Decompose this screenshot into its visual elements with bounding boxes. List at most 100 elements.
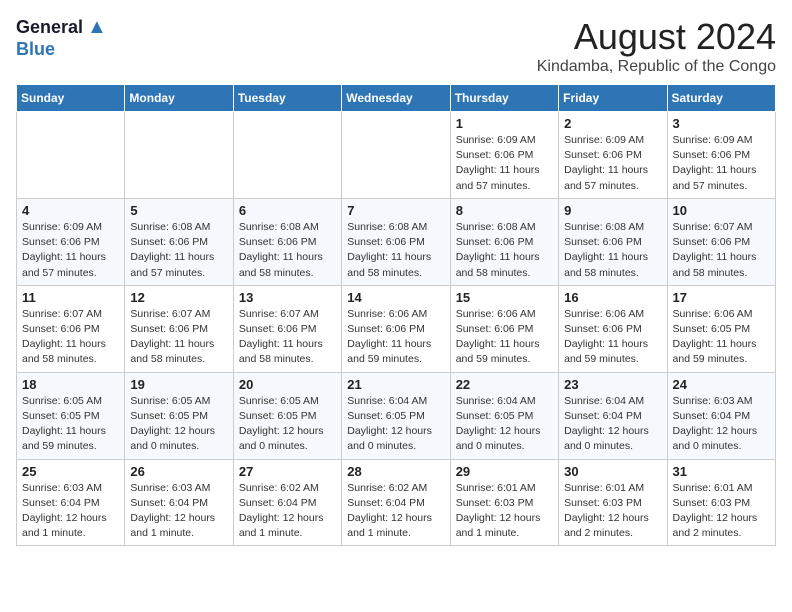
calendar-cell: 14Sunrise: 6:06 AM Sunset: 6:06 PM Dayli… (342, 285, 450, 372)
day-info: Sunrise: 6:09 AM Sunset: 6:06 PM Dayligh… (564, 133, 661, 194)
calendar-cell: 28 Sunrise: 6:02 AM Sunset: 6:04 PM Dayli… (342, 459, 450, 546)
day-number: 7 (347, 203, 444, 218)
day-info: Sunrise: 6:08 AM Sunset: 6:06 PM Dayligh… (564, 220, 661, 281)
weekday-header-saturday: Saturday (667, 85, 775, 112)
calendar-cell: 20Sunrise: 6:05 AM Sunset: 6:05 PM Dayli… (233, 372, 341, 459)
calendar-cell: 27 Sunrise: 6:02 AM Sunset: 6:04 PM Dayli… (233, 459, 341, 546)
calendar-subtitle: Kindamba, Republic of the Congo (537, 58, 776, 76)
day-info: Sunrise: 6:05 AM Sunset: 6:05 PM Dayligh… (130, 394, 227, 455)
calendar-cell: 1Sunrise: 6:09 AM Sunset: 6:06 PM Daylig… (450, 112, 558, 199)
calendar-cell: 25 Sunrise: 6:03 AM Sunset: 6:04 PM Dayli… (17, 459, 125, 546)
day-number: 15 (456, 290, 553, 305)
day-info: Sunrise: 6:06 AM Sunset: 6:05 PM Dayligh… (673, 307, 770, 368)
calendar-cell: 8 Sunrise: 6:08 AM Sunset: 6:06 PM Daylig… (450, 198, 558, 285)
day-info: Sunrise: 6:07 AM Sunset: 6:06 PM Dayligh… (239, 307, 336, 368)
day-info: Sunrise: 6:01 AM Sunset: 6:03 PM Dayligh… (564, 481, 661, 542)
weekday-header-wednesday: Wednesday (342, 85, 450, 112)
day-info: Sunrise: 6:08 AM Sunset: 6:06 PM Dayligh… (456, 220, 553, 281)
calendar-cell: 11Sunrise: 6:07 AM Sunset: 6:06 PM Dayli… (17, 285, 125, 372)
day-info: Sunrise: 6:08 AM Sunset: 6:06 PM Dayligh… (130, 220, 227, 281)
day-number: 28 (347, 464, 444, 479)
day-number: 23 (564, 377, 661, 392)
calendar-cell: 13 Sunrise: 6:07 AM Sunset: 6:06 PM Dayli… (233, 285, 341, 372)
calendar-cell: 26Sunrise: 6:03 AM Sunset: 6:04 PM Dayli… (125, 459, 233, 546)
calendar-cell: 24 Sunrise: 6:03 AM Sunset: 6:04 PM Dayli… (667, 372, 775, 459)
day-number: 9 (564, 203, 661, 218)
day-number: 11 (22, 290, 119, 305)
calendar-cell: 2 Sunrise: 6:09 AM Sunset: 6:06 PM Daylig… (559, 112, 667, 199)
day-number: 25 (22, 464, 119, 479)
day-number: 22 (456, 377, 553, 392)
day-info: Sunrise: 6:01 AM Sunset: 6:03 PM Dayligh… (456, 481, 553, 542)
weekday-header-friday: Friday (559, 85, 667, 112)
day-number: 29 (456, 464, 553, 479)
title-area: August 2024 Kindamba, Republic of the Co… (537, 16, 776, 76)
day-info: Sunrise: 6:08 AM Sunset: 6:06 PM Dayligh… (347, 220, 444, 281)
day-number: 6 (239, 203, 336, 218)
day-number: 12 (130, 290, 227, 305)
logo-bird-icon: ▲ (87, 16, 107, 39)
day-info: Sunrise: 6:04 AM Sunset: 6:05 PM Dayligh… (456, 394, 553, 455)
day-number: 17 (673, 290, 770, 305)
calendar-cell: 30 Sunrise: 6:01 AM Sunset: 6:03 PM Dayli… (559, 459, 667, 546)
day-info: Sunrise: 6:09 AM Sunset: 6:06 PM Dayligh… (673, 133, 770, 194)
calendar-cell: 5 Sunrise: 6:08 AM Sunset: 6:06 PM Daylig… (125, 198, 233, 285)
day-info: Sunrise: 6:04 AM Sunset: 6:04 PM Dayligh… (564, 394, 661, 455)
calendar-cell: 17 Sunrise: 6:06 AM Sunset: 6:05 PM Dayli… (667, 285, 775, 372)
logo: General ▲ Blue (16, 16, 107, 60)
calendar-cell: 6 Sunrise: 6:08 AM Sunset: 6:06 PM Daylig… (233, 198, 341, 285)
calendar-cell: 12Sunrise: 6:07 AM Sunset: 6:06 PM Dayli… (125, 285, 233, 372)
calendar-cell: 21Sunrise: 6:04 AM Sunset: 6:05 PM Dayli… (342, 372, 450, 459)
day-number: 13 (239, 290, 336, 305)
calendar-table: SundayMondayTuesdayWednesdayThursdayFrid… (16, 84, 776, 546)
day-info: Sunrise: 6:08 AM Sunset: 6:06 PM Dayligh… (239, 220, 336, 281)
calendar-cell (125, 112, 233, 199)
calendar-cell: 7 Sunrise: 6:08 AM Sunset: 6:06 PM Daylig… (342, 198, 450, 285)
calendar-cell: 18 Sunrise: 6:05 AM Sunset: 6:05 PM Dayli… (17, 372, 125, 459)
day-number: 3 (673, 116, 770, 131)
logo-blue-text: Blue (16, 39, 55, 59)
day-info: Sunrise: 6:03 AM Sunset: 6:04 PM Dayligh… (22, 481, 119, 542)
day-info: Sunrise: 6:03 AM Sunset: 6:04 PM Dayligh… (130, 481, 227, 542)
header: General ▲ Blue August 2024 Kindamba, Rep… (16, 16, 776, 76)
weekday-header-tuesday: Tuesday (233, 85, 341, 112)
calendar-week-1: 1Sunrise: 6:09 AM Sunset: 6:06 PM Daylig… (17, 112, 776, 199)
day-info: Sunrise: 6:05 AM Sunset: 6:05 PM Dayligh… (22, 394, 119, 455)
calendar-cell (17, 112, 125, 199)
day-info: Sunrise: 6:06 AM Sunset: 6:06 PM Dayligh… (564, 307, 661, 368)
day-number: 27 (239, 464, 336, 479)
calendar-cell (342, 112, 450, 199)
calendar-title: August 2024 (537, 16, 776, 58)
weekday-header-row: SundayMondayTuesdayWednesdayThursdayFrid… (17, 85, 776, 112)
day-info: Sunrise: 6:02 AM Sunset: 6:04 PM Dayligh… (347, 481, 444, 542)
weekday-header-monday: Monday (125, 85, 233, 112)
calendar-cell: 16Sunrise: 6:06 AM Sunset: 6:06 PM Dayli… (559, 285, 667, 372)
calendar-cell: 10Sunrise: 6:07 AM Sunset: 6:06 PM Dayli… (667, 198, 775, 285)
day-number: 19 (130, 377, 227, 392)
calendar-cell: 19 Sunrise: 6:05 AM Sunset: 6:05 PM Dayli… (125, 372, 233, 459)
calendar-cell: 3 Sunrise: 6:09 AM Sunset: 6:06 PM Daylig… (667, 112, 775, 199)
day-info: Sunrise: 6:06 AM Sunset: 6:06 PM Dayligh… (347, 307, 444, 368)
calendar-week-5: 25 Sunrise: 6:03 AM Sunset: 6:04 PM Dayli… (17, 459, 776, 546)
day-number: 24 (673, 377, 770, 392)
calendar-week-2: 4Sunrise: 6:09 AM Sunset: 6:06 PM Daylig… (17, 198, 776, 285)
day-number: 18 (22, 377, 119, 392)
day-number: 30 (564, 464, 661, 479)
day-number: 8 (456, 203, 553, 218)
day-info: Sunrise: 6:09 AM Sunset: 6:06 PM Dayligh… (456, 133, 553, 194)
logo-general-text: General (16, 17, 83, 38)
day-number: 2 (564, 116, 661, 131)
calendar-cell: 22 Sunrise: 6:04 AM Sunset: 6:05 PM Dayli… (450, 372, 558, 459)
calendar-cell (233, 112, 341, 199)
weekday-header-sunday: Sunday (17, 85, 125, 112)
day-info: Sunrise: 6:01 AM Sunset: 6:03 PM Dayligh… (673, 481, 770, 542)
day-number: 20 (239, 377, 336, 392)
calendar-cell: 9 Sunrise: 6:08 AM Sunset: 6:06 PM Daylig… (559, 198, 667, 285)
day-info: Sunrise: 6:02 AM Sunset: 6:04 PM Dayligh… (239, 481, 336, 542)
day-info: Sunrise: 6:09 AM Sunset: 6:06 PM Dayligh… (22, 220, 119, 281)
day-number: 10 (673, 203, 770, 218)
calendar-cell: 29 Sunrise: 6:01 AM Sunset: 6:03 PM Dayli… (450, 459, 558, 546)
day-number: 5 (130, 203, 227, 218)
day-number: 31 (673, 464, 770, 479)
day-info: Sunrise: 6:03 AM Sunset: 6:04 PM Dayligh… (673, 394, 770, 455)
